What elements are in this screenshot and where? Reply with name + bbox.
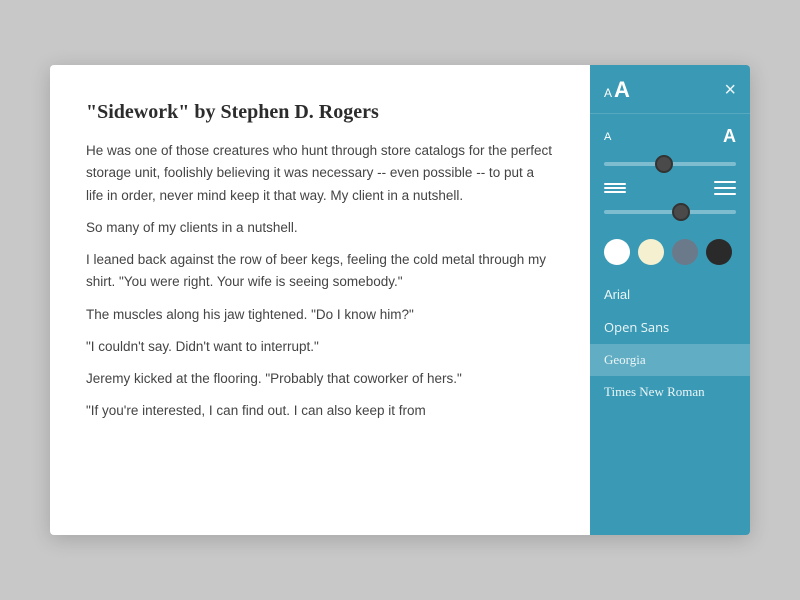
story-paragraph: Jeremy kicked at the flooring. "Probably… — [86, 368, 554, 390]
settings-panel: A A × A A — [590, 65, 750, 535]
story-paragraph: "I couldn't say. Didn't want to interrup… — [86, 336, 554, 358]
settings-header: A A × — [590, 65, 750, 114]
story-text: He was one of those creatures who hunt t… — [86, 140, 554, 423]
spacious-spacing-icon — [714, 181, 736, 195]
story-paragraph: So many of my clients in a nutshell. — [86, 217, 554, 239]
font-item-open-sans[interactable]: Open Sans — [590, 310, 750, 344]
font-size-slider[interactable] — [604, 162, 736, 166]
color-section — [590, 229, 750, 275]
close-button[interactable]: × — [724, 80, 736, 100]
story-paragraph: He was one of those creatures who hunt t… — [86, 140, 554, 207]
spacing-icon-row — [604, 181, 736, 195]
font-size-section: A A — [590, 114, 750, 177]
story-title: "Sidework" by Stephen D. Rogers — [86, 101, 554, 124]
color-swatch-cream[interactable] — [638, 239, 664, 265]
story-paragraph: The muscles along his jaw tightened. "Do… — [86, 304, 554, 326]
font-size-label-row: A A — [604, 126, 736, 147]
reading-panel: "Sidework" by Stephen D. Rogers He was o… — [50, 65, 590, 535]
font-size-min-label: A — [604, 131, 611, 143]
compact-spacing-icon — [604, 183, 626, 193]
font-size-large-label: A — [614, 77, 630, 103]
line-spacing-section — [590, 177, 750, 229]
font-size-icon: A A — [604, 77, 630, 103]
color-swatch-gray[interactable] — [672, 239, 698, 265]
font-item-georgia[interactable]: Georgia — [590, 344, 750, 376]
line-spacing-slider[interactable] — [604, 210, 736, 214]
main-container: "Sidework" by Stephen D. Rogers He was o… — [50, 65, 750, 535]
font-item-times-new-roman[interactable]: Times New Roman — [590, 376, 750, 408]
font-item-arial[interactable]: Arial — [590, 279, 750, 310]
color-swatch-dark[interactable] — [706, 239, 732, 265]
story-paragraph: "If you're interested, I can find out. I… — [86, 400, 554, 422]
font-size-small-label: A — [604, 86, 612, 100]
font-list: ArialOpen SansGeorgiaTimes New Roman — [590, 275, 750, 535]
story-paragraph: I leaned back against the row of beer ke… — [86, 249, 554, 294]
color-swatch-white[interactable] — [604, 239, 630, 265]
font-size-max-label: A — [723, 126, 736, 147]
